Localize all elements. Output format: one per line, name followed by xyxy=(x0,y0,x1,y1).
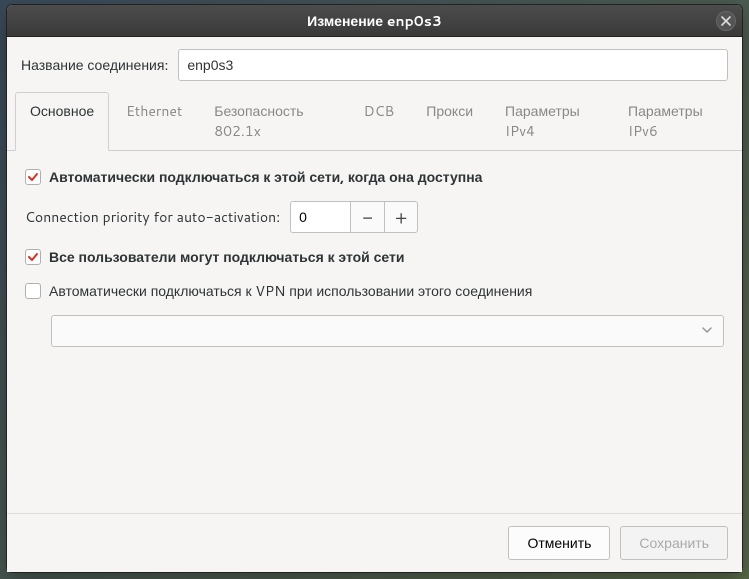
tab-proxy[interactable]: Прокси xyxy=(411,92,488,151)
priority-stepper: − + xyxy=(290,201,418,233)
autoconnect-checkbox[interactable] xyxy=(25,169,41,185)
tab-bar: Основное Ethernet Безопасность 802.1x DC… xyxy=(7,91,742,151)
connection-name-row: Название соединения: xyxy=(7,37,742,91)
vpn-autoconnect-label: Автоматически подключаться к VPN при исп… xyxy=(49,281,532,301)
tab-panel-general: Автоматически подключаться к этой сети, … xyxy=(7,151,742,513)
dialog-body: Название соединения: Основное Ethernet Б… xyxy=(7,37,742,572)
window-title: Изменение enp0s3 xyxy=(307,11,442,31)
close-button[interactable] xyxy=(716,11,736,31)
minus-icon: − xyxy=(362,208,373,226)
chevron-down-icon xyxy=(701,321,713,341)
dialog-window: Изменение enp0s3 Название соединения: Ос… xyxy=(6,4,743,573)
priority-increment[interactable]: + xyxy=(384,201,418,233)
cancel-button[interactable]: Отменить xyxy=(508,526,610,560)
save-button[interactable]: Сохранить xyxy=(620,526,728,560)
priority-decrement[interactable]: − xyxy=(350,201,384,233)
plus-icon: + xyxy=(395,208,407,226)
connection-name-input[interactable] xyxy=(178,49,728,81)
all-users-label: Все пользователи могут подключаться к эт… xyxy=(49,247,404,267)
vpn-autoconnect-checkbox[interactable] xyxy=(25,283,41,299)
all-users-row: Все пользователи могут подключаться к эт… xyxy=(25,247,724,267)
tab-ethernet[interactable]: Ethernet xyxy=(111,92,197,151)
autoconnect-label: Автоматически подключаться к этой сети, … xyxy=(49,167,482,187)
all-users-checkbox[interactable] xyxy=(25,249,41,265)
vpn-autoconnect-row: Автоматически подключаться к VPN при исп… xyxy=(25,281,724,301)
tab-general[interactable]: Основное xyxy=(15,92,109,151)
close-icon xyxy=(721,11,731,31)
connection-name-label: Название соединения: xyxy=(21,55,168,75)
priority-label: Connection priority for auto-activation: xyxy=(25,207,280,227)
tab-security-8021x[interactable]: Безопасность 802.1x xyxy=(199,92,346,151)
tab-ipv4[interactable]: Параметры IPv4 xyxy=(490,92,611,151)
tab-ipv6[interactable]: Параметры IPv6 xyxy=(613,92,734,151)
titlebar: Изменение enp0s3 xyxy=(7,5,742,37)
priority-input[interactable] xyxy=(290,201,350,233)
tab-dcb[interactable]: DCB xyxy=(349,92,410,151)
autoconnect-row: Автоматически подключаться к этой сети, … xyxy=(25,167,724,187)
vpn-select-row xyxy=(25,315,724,347)
vpn-select[interactable] xyxy=(51,315,724,347)
dialog-footer: Отменить Сохранить xyxy=(7,513,742,572)
priority-row: Connection priority for auto-activation:… xyxy=(25,201,724,233)
